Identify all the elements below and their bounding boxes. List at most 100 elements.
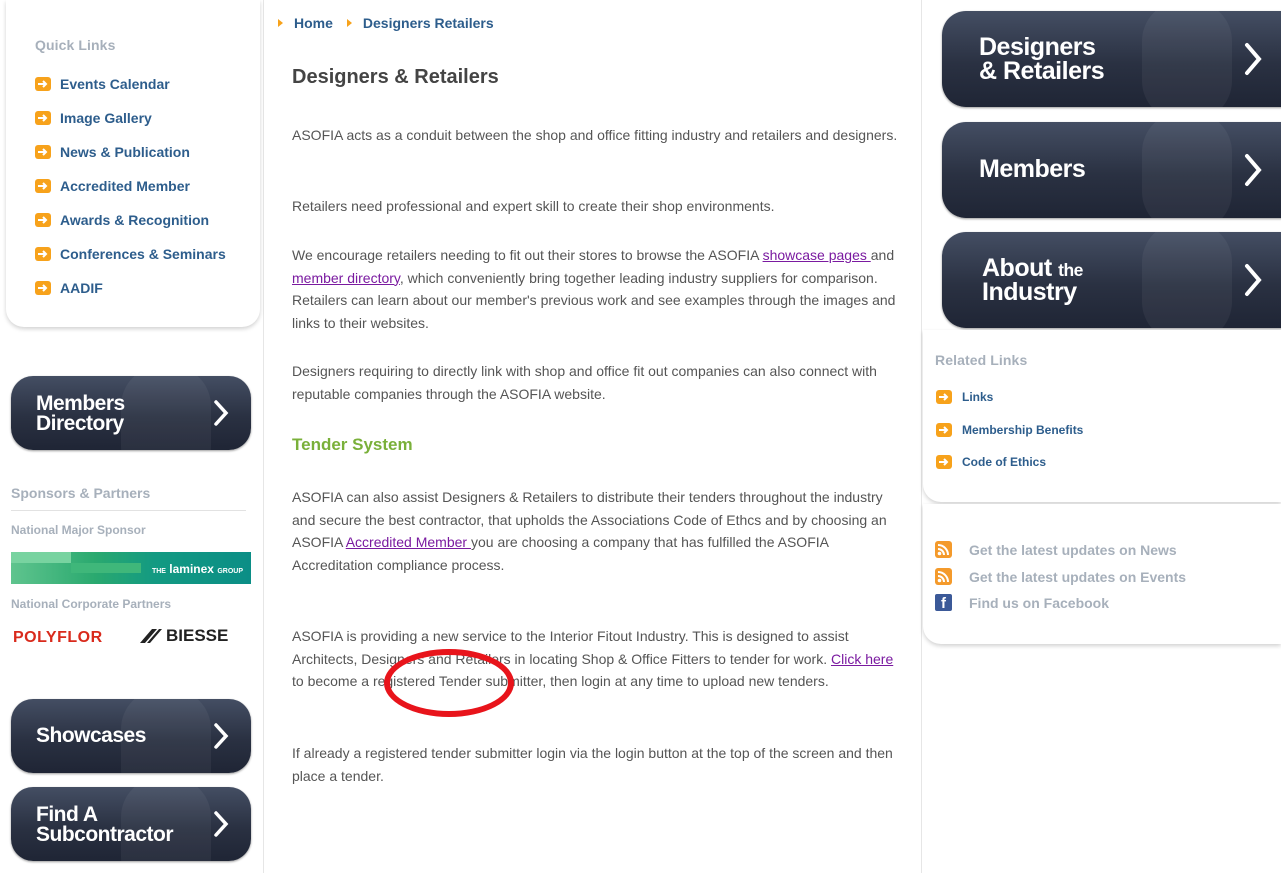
button-decoration xyxy=(1142,232,1232,328)
click-here-link[interactable]: Click here xyxy=(831,651,893,667)
arrow-icon xyxy=(35,179,51,193)
showcases-button[interactable]: Showcases xyxy=(11,699,251,773)
button-decoration xyxy=(1142,122,1232,218)
tender-system-heading: Tender System xyxy=(292,435,413,454)
quick-link-news-publication[interactable]: News & Publication xyxy=(35,144,190,160)
login-paragraph: If already a registered tender submitter… xyxy=(292,745,893,784)
designers-retailers-label: Designers & Retailers xyxy=(979,35,1105,85)
new-service-paragraph: ASOFIA is providing a new service to the… xyxy=(292,625,902,693)
text-span: We encourage retailers needing to fit ou… xyxy=(292,247,763,263)
find-subcontractor-line1: Find A xyxy=(36,803,98,826)
tender-paragraph: ASOFIA can also assist Designers & Retai… xyxy=(292,486,902,577)
members-button[interactable]: Members xyxy=(942,122,1281,218)
quick-link-awards-recognition[interactable]: Awards & Recognition xyxy=(35,212,209,228)
quick-link-image-gallery[interactable]: Image Gallery xyxy=(35,110,152,126)
members-directory-line2: Directory xyxy=(36,411,124,435)
members-directory-line1: Members xyxy=(36,392,125,415)
corporate-partners-label: National Corporate Partners xyxy=(11,597,172,611)
the-word: the xyxy=(1058,260,1083,280)
arrow-icon xyxy=(936,390,952,404)
laminex-name: laminex xyxy=(169,562,214,576)
biesse-mark-icon xyxy=(140,629,162,643)
arrow-icon xyxy=(35,247,51,261)
intro-paragraph: ASOFIA acts as a conduit between the sho… xyxy=(292,127,898,143)
quick-links-title: Quick Links xyxy=(35,37,116,53)
quick-link-label: Conferences & Seminars xyxy=(60,246,226,262)
events-feed-link[interactable]: Get the latest updates on Events xyxy=(935,568,1186,585)
designers-paragraph: Designers requiring to directly link wit… xyxy=(292,363,877,402)
industry-word: Industry xyxy=(982,277,1077,306)
quick-link-label: Awards & Recognition xyxy=(60,212,210,228)
breadcrumb-arrow-icon xyxy=(278,19,283,27)
facebook-link[interactable]: f Find us on Facebook xyxy=(935,594,1110,612)
quick-link-label: News & Publication xyxy=(60,144,190,160)
button-decoration xyxy=(1142,11,1232,107)
related-link-label: Code of Ethics xyxy=(962,455,1047,469)
related-links-title: Related Links xyxy=(935,352,1028,368)
designers-line2: & Retailers xyxy=(979,56,1105,85)
about-industry-label: About the Industry xyxy=(982,256,1083,306)
about-industry-button[interactable]: About the Industry xyxy=(942,232,1281,328)
laminex-suffix: GROUP xyxy=(217,568,243,575)
arrow-icon xyxy=(35,145,51,159)
quick-link-accredited-member[interactable]: Accredited Member xyxy=(35,178,190,194)
feed-label: Get the latest updates on Events xyxy=(969,568,1187,585)
left-column-divider xyxy=(263,0,264,873)
related-link-code-of-ethics[interactable]: Code of Ethics xyxy=(936,455,1046,469)
arrow-icon xyxy=(35,77,51,91)
related-link-label: Links xyxy=(962,390,994,404)
breadcrumb-arrow-icon xyxy=(346,19,352,27)
biesse-name: BIESSE xyxy=(166,626,229,645)
members-label: Members xyxy=(979,155,1086,183)
polyflor-logo[interactable]: POLYFLOR xyxy=(13,629,103,647)
right-column-divider xyxy=(921,0,922,873)
arrow-icon xyxy=(936,423,952,437)
chevron-right-icon xyxy=(214,723,229,749)
retailers-paragraph: Retailers need professional and expert s… xyxy=(292,198,775,214)
breadcrumb-home[interactable]: Home xyxy=(294,15,333,31)
sponsors-divider xyxy=(11,510,246,511)
find-subcontractor-button[interactable]: Find A Subcontractor xyxy=(11,787,251,861)
related-link-links[interactable]: Links xyxy=(936,390,993,404)
laminex-logo[interactable]: THE laminex GROUP xyxy=(11,552,251,584)
chevron-right-icon xyxy=(214,811,229,837)
members-directory-button[interactable]: Members Directory xyxy=(11,376,251,450)
quick-link-conferences-seminars[interactable]: Conferences & Seminars xyxy=(35,246,226,262)
quick-link-label: Accredited Member xyxy=(60,178,190,194)
rss-icon xyxy=(935,541,952,558)
arrow-icon xyxy=(35,213,51,227)
laminex-prefix: THE xyxy=(151,568,166,575)
showcase-pages-link[interactable]: showcase pages xyxy=(763,247,871,263)
facebook-icon: f xyxy=(935,594,952,612)
feed-label: Get the latest updates on News xyxy=(969,541,1177,558)
arrow-icon xyxy=(936,455,952,469)
designers-retailers-button[interactable]: Designers & Retailers xyxy=(942,11,1281,107)
showcases-label: Showcases xyxy=(36,724,146,747)
news-feed-link[interactable]: Get the latest updates on News xyxy=(935,541,1177,558)
related-link-label: Membership Benefits xyxy=(962,423,1084,437)
arrow-icon xyxy=(35,111,51,125)
biesse-logo[interactable]: BIESSE xyxy=(138,626,228,646)
members-directory-label: Members Directory xyxy=(36,392,125,435)
sponsors-title: Sponsors & Partners xyxy=(11,485,151,501)
quick-link-events-calendar[interactable]: Events Calendar xyxy=(35,76,170,92)
chevron-right-icon xyxy=(1245,264,1262,296)
quick-link-aadif[interactable]: AADIF xyxy=(35,280,103,296)
quick-link-label: AADIF xyxy=(60,280,103,296)
text-span: ASOFIA is providing a new service to the… xyxy=(292,628,849,667)
find-subcontractor-label: Find A Subcontractor xyxy=(36,803,174,845)
related-link-membership-benefits[interactable]: Membership Benefits xyxy=(936,423,1083,437)
quick-link-label: Image Gallery xyxy=(60,110,152,126)
accredited-member-link[interactable]: Accredited Member xyxy=(346,534,471,550)
breadcrumb: Home Designers Retailers xyxy=(278,15,508,31)
encourage-paragraph: We encourage retailers needing to fit ou… xyxy=(292,244,902,335)
chevron-right-icon xyxy=(214,400,229,426)
breadcrumb-designers-retailers[interactable]: Designers Retailers xyxy=(363,15,494,31)
chevron-right-icon xyxy=(1245,154,1262,186)
quick-link-label: Events Calendar xyxy=(60,76,170,92)
chevron-right-icon xyxy=(1245,43,1262,75)
feed-label: Find us on Facebook xyxy=(969,594,1110,611)
member-directory-link[interactable]: member directory xyxy=(292,270,400,286)
arrow-icon xyxy=(35,281,51,295)
major-sponsor-label: National Major Sponsor xyxy=(11,523,146,537)
